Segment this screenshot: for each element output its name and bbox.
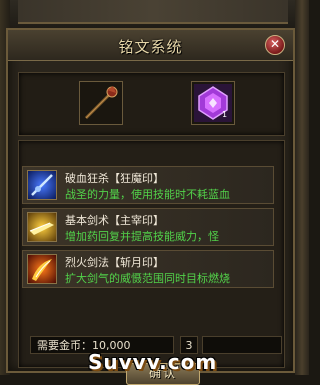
game-background-top [0,0,309,28]
skill-description: 战圣的力量，使用技能时不耗蓝血 [65,188,230,201]
skill-row-1[interactable]: 破血狂杀【狂魔印】 战圣的力量，使用技能时不耗蓝血 [22,166,274,204]
skill-row-3[interactable]: 烈火剑法【斩月印】 扩大剑气的威慑范围同时目标燃烧 [22,250,274,288]
game-background-right [295,0,309,375]
blue-slash-icon [27,170,57,200]
fire-sword-icon [27,254,57,284]
gem-slot[interactable]: 1 [191,81,235,125]
svg-text:1: 1 [222,110,227,119]
skill-name: 破血狂杀【狂魔印】 [65,172,164,185]
equipment-slot-panel: 1 [18,72,285,136]
skill-description: 扩大剑气的威慑范围同时目标燃烧 [65,272,230,285]
skill-description: 增加药回复并提高技能威力，怪 [65,230,219,243]
golden-sword-icon [27,212,57,242]
window-title: 铭文系统 [118,38,183,56]
site-watermark: Suvvv.com [88,350,218,374]
purple-gem-icon: 1 [194,84,232,122]
close-button[interactable]: ✕ [265,35,285,55]
inscription-window: 铭文系统 ✕ 1 破血狂杀【狂魔印】 战圣的力量，使用技能时不耗蓝血 基本剑术【… [6,28,295,385]
skill-row-2[interactable]: 基本剑术【主宰印】 增加药回复并提高技能威力，怪 [22,208,274,246]
staff-weapon-icon [84,86,118,120]
skill-name: 基本剑术【主宰印】 [65,214,164,227]
weapon-slot[interactable] [79,81,123,125]
skill-name: 烈火剑法【斩月印】 [65,256,164,269]
window-titlebar: 铭文系统 ✕ [8,30,293,61]
